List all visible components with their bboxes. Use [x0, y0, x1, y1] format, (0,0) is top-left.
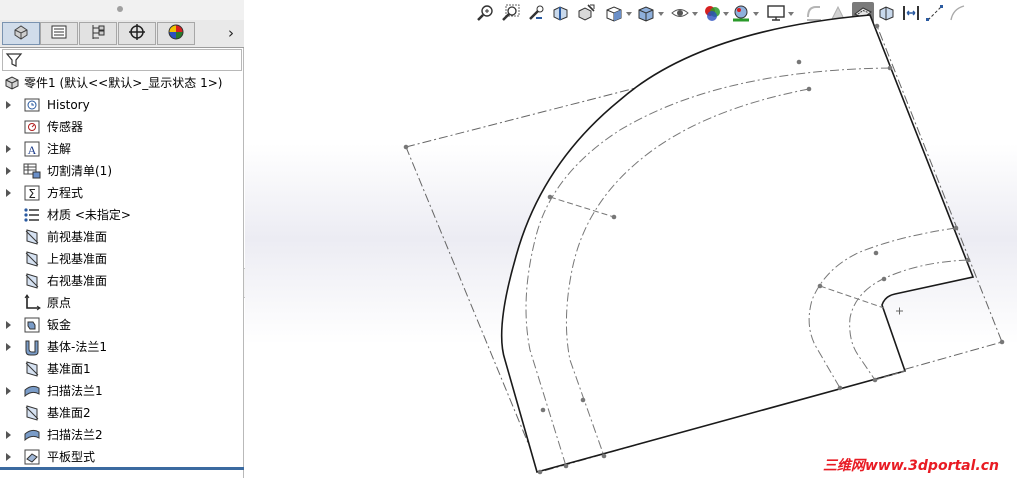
- tab-feature-manager[interactable]: [2, 22, 40, 45]
- tree-node-plane2[interactable]: 基准面2: [0, 402, 244, 424]
- tree-label: 扫描法兰2: [47, 428, 103, 442]
- base-flange-icon: [23, 338, 41, 356]
- part-outline: [500, 14, 975, 473]
- tabs-more-chevron-icon[interactable]: ›: [228, 24, 234, 42]
- flat-pattern-model[interactable]: [245, 0, 1017, 478]
- tree-label: 基体-法兰1: [47, 340, 107, 354]
- watermark: 三维网www.3dportal.cn: [823, 455, 999, 475]
- tree-node-material[interactable]: 材质 <未指定>: [0, 204, 244, 226]
- expand-arrow-icon[interactable]: [6, 431, 11, 439]
- tree-node-swept-flange2[interactable]: 扫描法兰2: [0, 424, 244, 446]
- tab-display-manager[interactable]: [157, 22, 195, 45]
- tree-node-equations[interactable]: Σ 方程式: [0, 182, 244, 204]
- svg-text:A: A: [28, 143, 37, 157]
- tab-property-manager[interactable]: [40, 22, 78, 45]
- expand-arrow-icon[interactable]: [6, 101, 11, 109]
- material-icon: [23, 206, 41, 224]
- tree-node-right-plane[interactable]: 右视基准面: [0, 270, 244, 292]
- expand-arrow-icon[interactable]: [6, 387, 11, 395]
- origin-marker: [896, 307, 903, 315]
- dimxpert-icon: [128, 23, 146, 44]
- tab-dimxpert-manager[interactable]: [118, 22, 156, 45]
- equations-icon: Σ: [23, 184, 41, 202]
- tree-label: 平板型式: [47, 450, 96, 464]
- tree-node-annotations[interactable]: A 注解: [0, 138, 244, 160]
- expand-arrow-icon[interactable]: [6, 189, 11, 197]
- tree-label: 前视基准面: [47, 230, 108, 244]
- svg-text:Σ: Σ: [28, 187, 36, 201]
- swept-flange-icon: [23, 382, 41, 400]
- feature-manager-panel: › 零件1 (默认<<默认>_显示状态 1>) History 传感器 A 注解: [0, 0, 244, 478]
- sheet-metal-icon: [23, 316, 41, 334]
- annotations-icon: A: [23, 140, 41, 158]
- panel-bottom-divider: [0, 467, 244, 470]
- expand-arrow-icon[interactable]: [6, 167, 11, 175]
- tree-node-swept-flange1[interactable]: 扫描法兰1: [0, 380, 244, 402]
- tree-node-top-plane[interactable]: 上视基准面: [0, 248, 244, 270]
- plane-icon: [23, 250, 41, 268]
- manager-tabs: ›: [0, 20, 244, 48]
- tree-node-front-plane[interactable]: 前视基准面: [0, 226, 244, 248]
- property-manager-icon: [50, 23, 68, 44]
- part-icon: [3, 74, 21, 92]
- origin-icon: [23, 294, 41, 312]
- tree-label: 上视基准面: [47, 252, 108, 266]
- tree-label: 材质 <未指定>: [47, 208, 131, 222]
- cut-list-icon: [23, 162, 41, 180]
- history-icon: [23, 96, 41, 114]
- tree-label: 右视基准面: [47, 274, 108, 288]
- tree-node-base-flange[interactable]: 基体-法兰1: [0, 336, 244, 358]
- watermark-cn: 三维网: [822, 458, 865, 474]
- watermark-url: www.3dportal.cn: [864, 458, 999, 474]
- tree-node-cut-list[interactable]: 切割清单(1): [0, 160, 244, 182]
- tree-label: 方程式: [47, 186, 84, 200]
- flat-pattern-icon: [23, 448, 41, 466]
- swept-flange-icon: [23, 426, 41, 444]
- tree-label: 钣金: [47, 318, 72, 332]
- tree-label: 原点: [47, 296, 72, 310]
- tree-node-origin[interactable]: 原点: [0, 292, 244, 314]
- tree-label: 切割清单(1): [47, 164, 112, 178]
- tree-node-sheet-metal[interactable]: 钣金: [0, 314, 244, 336]
- expand-arrow-icon[interactable]: [6, 321, 11, 329]
- tree-label: 基准面1: [47, 362, 91, 376]
- feature-tree-icon: [12, 23, 30, 44]
- tree-filter-bar[interactable]: [2, 49, 242, 71]
- tab-configuration-manager[interactable]: [79, 22, 117, 45]
- sensors-icon: [23, 118, 41, 136]
- plane-icon: [23, 360, 41, 378]
- expand-arrow-icon[interactable]: [6, 453, 11, 461]
- tree-label: 传感器: [47, 120, 84, 134]
- tree-label: 注解: [47, 142, 72, 156]
- tree-node-history[interactable]: History: [0, 94, 244, 116]
- display-manager-icon: [167, 23, 185, 44]
- tree-label: 基准面2: [47, 406, 91, 420]
- tree-label: History: [47, 98, 90, 112]
- expand-arrow-icon[interactable]: [6, 145, 11, 153]
- plane-icon: [23, 228, 41, 246]
- tree-node-sensors[interactable]: 传感器: [0, 116, 244, 138]
- part-label: 零件1 (默认<<默认>_显示状态 1>): [24, 76, 223, 90]
- expand-arrow-icon[interactable]: [6, 343, 11, 351]
- plane-icon: [23, 404, 41, 422]
- tree-node-part[interactable]: 零件1 (默认<<默认>_显示状态 1>): [0, 72, 244, 94]
- plane-icon: [23, 272, 41, 290]
- configuration-manager-icon: [89, 23, 107, 44]
- filter-icon[interactable]: [5, 51, 23, 72]
- panel-grip[interactable]: [0, 0, 244, 20]
- tree-label: 扫描法兰1: [47, 384, 103, 398]
- tree-node-flat-pattern[interactable]: 平板型式: [0, 446, 244, 468]
- tree-node-plane1[interactable]: 基准面1: [0, 358, 244, 380]
- graphics-area[interactable]: 三维网www.3dportal.cn: [245, 0, 1017, 478]
